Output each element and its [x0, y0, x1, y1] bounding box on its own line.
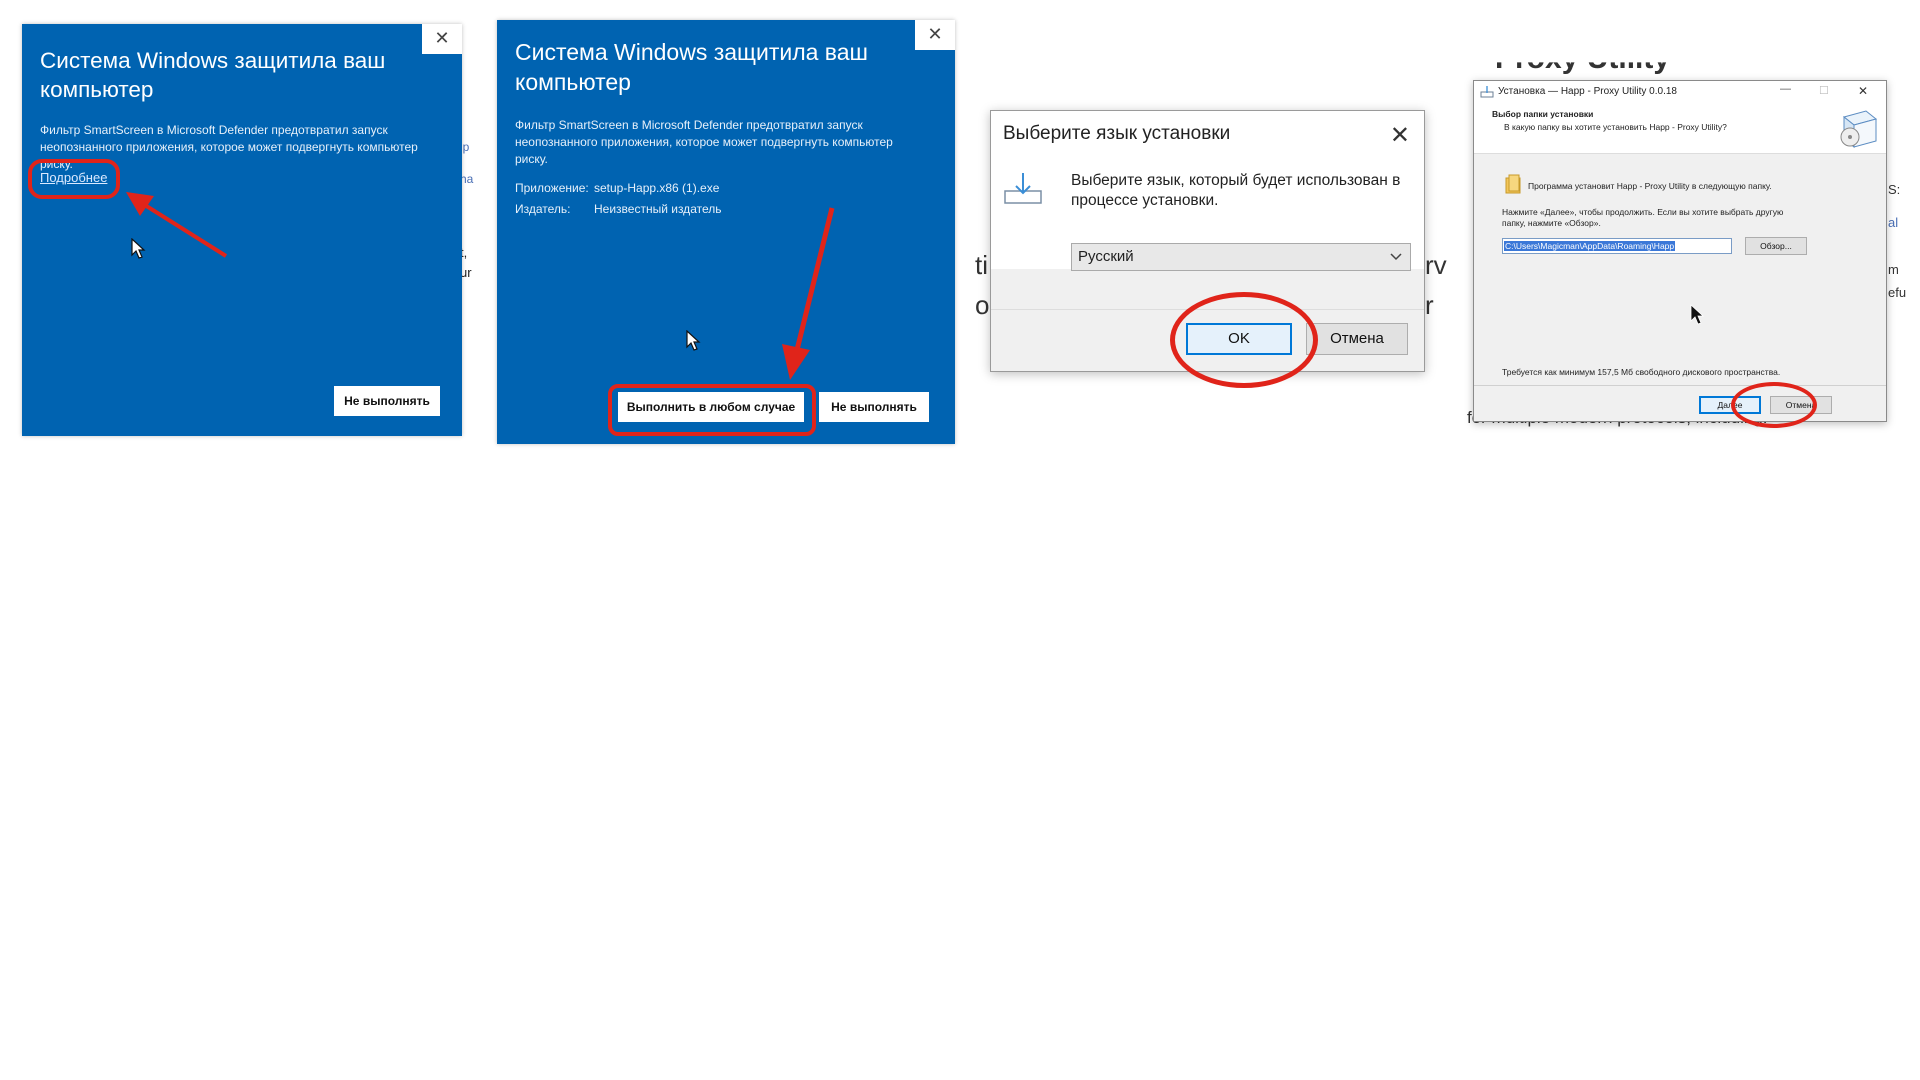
annotation-highlight	[28, 159, 120, 199]
install-path-value: C:\Users\Magicman\AppData\Roaming\Happ	[1504, 241, 1676, 251]
backdrop-fragment: ha	[460, 172, 474, 186]
maximize-icon[interactable]: ☐	[1819, 84, 1829, 97]
mouse-cursor-icon	[131, 238, 146, 259]
smartscreen-panel-2: ✕ Система Windows защитила ваш компьютер…	[497, 20, 955, 444]
backdrop-fragment: rv	[1425, 250, 1447, 280]
mouse-cursor-icon	[686, 330, 701, 351]
installer-window: Установка — Happ - Proxy Utility 0.0.18 …	[1473, 80, 1887, 422]
app-value: setup-Happ.x86 (1).exe	[594, 181, 720, 195]
dialog-header: Выберите язык установки ✕	[991, 111, 1424, 159]
panel-title: Система Windows защитила ваш компьютер	[40, 48, 386, 103]
minimize-icon[interactable]: —	[1780, 83, 1791, 95]
close-button[interactable]: ✕	[422, 24, 462, 54]
installer-icon	[1480, 86, 1494, 98]
backdrop-fragment: Proxy Utility	[1495, 42, 1671, 75]
close-icon[interactable]: ✕	[1390, 121, 1410, 149]
instructions: Нажмите «Далее», чтобы продолжить. Если …	[1502, 207, 1784, 228]
section-subtitle: В какую папку вы хотите установить Happ …	[1504, 122, 1727, 132]
close-button[interactable]: ✕	[915, 20, 955, 50]
dont-run-button[interactable]: Не выполнять	[334, 386, 440, 416]
window-title: Установка — Happ - Proxy Utility 0.0.18	[1498, 86, 1677, 97]
publisher-label: Издатель:	[515, 202, 571, 216]
app-label: Приложение:	[515, 181, 589, 195]
cancel-button[interactable]: Отмена	[1306, 323, 1408, 355]
install-note: Программа установит Happ - Proxy Utility…	[1528, 181, 1772, 191]
dialog-title: Выберите язык установки	[1003, 123, 1231, 144]
install-download-icon	[1004, 173, 1042, 204]
wizard-header: Выбор папки установки В какую папку вы х…	[1474, 103, 1886, 154]
divider	[1474, 385, 1886, 386]
panel-description: Фильтр SmartScreen в Microsoft Defender …	[515, 118, 893, 166]
install-path-input[interactable]: C:\Users\Magicman\AppData\Roaming\Happ	[1502, 238, 1732, 254]
selected-language: Русский	[1078, 248, 1134, 265]
panel-title: Система Windows защитила ваш компьютер	[515, 39, 869, 95]
close-icon[interactable]: ✕	[1858, 84, 1868, 98]
disk-space-note: Требуется как минимум 157,5 Мб свободног…	[1502, 367, 1781, 377]
annotation-highlight	[608, 384, 816, 436]
dialog-prompt: Выберите язык, который будет использован…	[1071, 172, 1401, 209]
backdrop-fragment: r	[1425, 290, 1434, 320]
title-bar: Установка — Happ - Proxy Utility 0.0.18 …	[1474, 81, 1886, 103]
backdrop-fragment: al	[1888, 215, 1899, 230]
annotation-arrow	[782, 207, 835, 380]
section-title: Выбор папки установки	[1492, 109, 1594, 119]
dont-run-button[interactable]: Не выполнять	[819, 392, 929, 422]
backdrop-fragment: S:	[1888, 182, 1901, 197]
annotation-highlight	[1731, 382, 1817, 428]
backdrop-fragment: ti	[975, 250, 988, 280]
smartscreen-panel-1: ✕ Система Windows защитила ваш компьютер…	[22, 24, 462, 436]
package-icon	[1840, 110, 1878, 149]
publisher-value: Неизвестный издатель	[594, 202, 722, 216]
backdrop-fragment: m	[1888, 262, 1899, 277]
folder-icon	[1505, 174, 1521, 194]
browse-button[interactable]: Обзор...	[1745, 237, 1807, 255]
annotation-highlight	[1170, 292, 1318, 388]
close-icon: ✕	[927, 24, 943, 45]
backdrop-fragment: efu	[1888, 285, 1907, 300]
language-select[interactable]: Русский	[1071, 243, 1411, 271]
close-icon: ✕	[434, 28, 450, 49]
chevron-down-icon	[1390, 253, 1402, 261]
mouse-cursor-icon	[1690, 304, 1705, 325]
